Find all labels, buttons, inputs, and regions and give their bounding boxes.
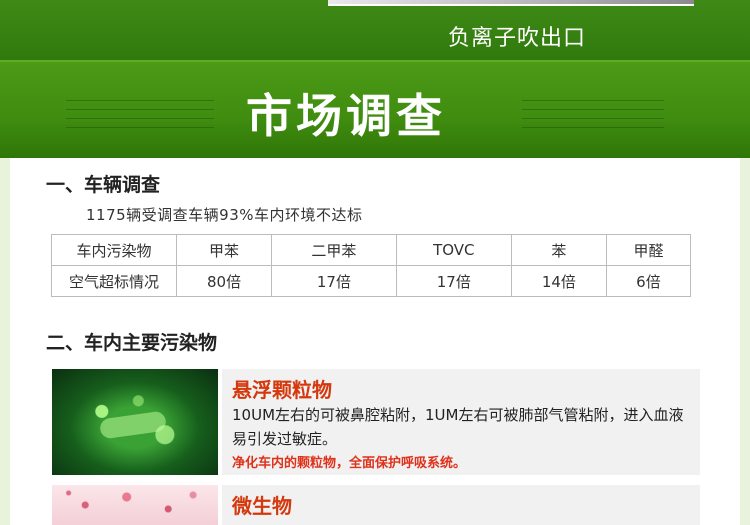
table-row: 空气超标情况 80倍 17倍 17倍 14倍 6倍 [51,265,692,297]
table-cell: 6倍 [605,265,692,297]
table-header-cell: 二甲苯 [271,234,397,266]
table-cell: 14倍 [510,265,607,297]
product-photo-edge [328,0,694,6]
table-header-row: 车内污染物 甲苯 二甲苯 TOVC 苯 甲醛 [51,234,692,266]
survey-summary: 1175辆受调查车辆93%车内环境不达标 [86,206,363,224]
table-header-cell: TOVC [395,234,512,266]
table-cell: 17倍 [271,265,397,297]
table-header-cell: 甲苯 [175,234,273,266]
card-microorganisms [222,485,700,525]
top-banner [0,0,750,60]
table-header-cell: 苯 [510,234,607,266]
table-cell: 80倍 [175,265,273,297]
section-heading-main-pollutants: 二、车内主要污染物 [46,332,218,354]
side-strip-left [0,158,10,525]
decorative-script-right [522,94,664,128]
decorative-script-left [66,94,214,128]
pollution-table: 车内污染物 甲苯 二甲苯 TOVC 苯 甲醛 空气超标情况 80倍 17倍 17… [51,234,692,297]
table-header-cell: 甲醛 [605,234,692,266]
table-header-cell: 车内污染物 [51,234,177,266]
card-body-particles: 10UM左右的可被鼻腔粘附，1UM左右可被肺部气管粘附，进入血液易引发过敏症。 [232,406,684,448]
card-title-particles: 悬浮颗粒物 [232,378,332,402]
card-note-particles: 净化车内的颗粒物，全面保护呼吸系统。 [232,456,467,471]
table-cell: 空气超标情况 [51,265,177,297]
page-title: 市场调查 [246,89,446,143]
side-strip-right [740,158,750,525]
negative-ion-outlet-caption: 负离子吹出口 [448,26,587,51]
card-title-microbes: 微生物 [232,494,292,518]
section-heading-vehicle-survey: 一、车辆调查 [46,174,161,196]
microbe-image [52,485,218,525]
table-cell: 17倍 [395,265,512,297]
